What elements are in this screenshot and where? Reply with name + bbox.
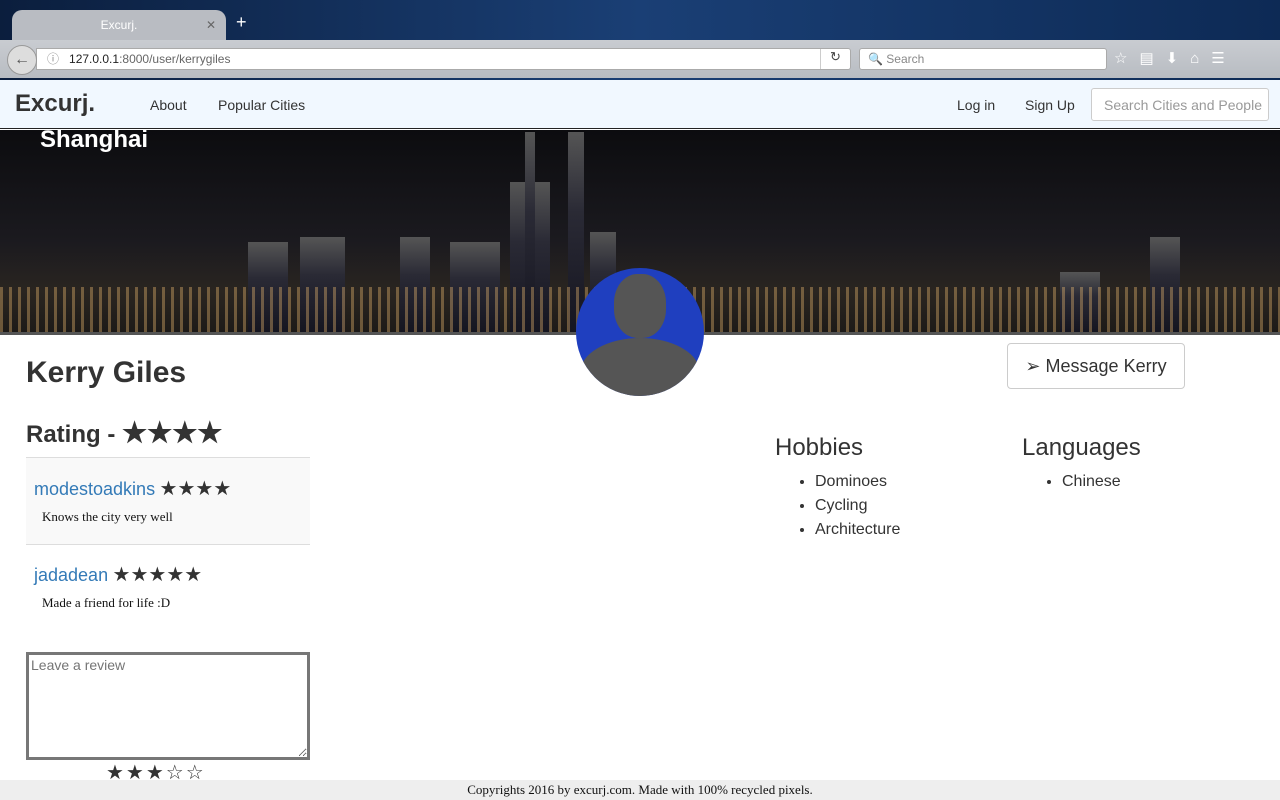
url-host: 127.0.0.1 — [69, 52, 120, 66]
close-tab-icon[interactable]: ✕ — [206, 10, 216, 40]
hobby-item: Architecture — [815, 518, 900, 542]
rating-stars: ★★★★ — [122, 417, 223, 448]
reader-icon[interactable]: ▤ — [1139, 50, 1165, 67]
review-item: modestoadkins ★★★★ Knows the city very w… — [26, 457, 310, 545]
languages-title: Languages — [1022, 434, 1141, 461]
nav-about[interactable]: About — [150, 97, 187, 113]
site-navbar: Excurj. About Popular Cities Log in Sign… — [0, 80, 1280, 129]
nav-popular-cities[interactable]: Popular Cities — [218, 97, 305, 113]
new-tab-icon[interactable]: + — [236, 12, 247, 33]
site-search-input[interactable]: Search Cities and People — [1091, 88, 1269, 121]
language-item: Chinese — [1062, 470, 1141, 494]
back-icon[interactable]: ← — [7, 45, 37, 75]
review-item: jadadean ★★★★★ Made a friend for life :D — [26, 546, 310, 626]
hobby-item: Cycling — [815, 494, 900, 518]
hobby-item: Dominoes — [815, 470, 900, 494]
message-button-label: Message Kerry — [1045, 356, 1167, 376]
hobbies-section: Hobbies DominoesCyclingArchitecture — [775, 434, 900, 542]
review-user-link[interactable]: jadadean — [34, 565, 108, 585]
paper-plane-icon: ➢ — [1025, 356, 1041, 376]
review-stars: ★★★★★ — [112, 564, 203, 586]
profile-name: Kerry Giles — [26, 356, 187, 389]
rating-label: Rating - — [26, 421, 116, 448]
url-path: :8000/user/kerrygiles — [119, 52, 231, 66]
home-icon[interactable]: ⌂ — [1190, 50, 1211, 67]
download-icon[interactable]: ⬇ — [1166, 50, 1191, 67]
browser-tab[interactable]: Excurj. ✕ — [12, 10, 226, 42]
city-name: Shanghai — [40, 130, 149, 153]
bookmark-star-icon[interactable]: ☆ — [1114, 50, 1139, 67]
tab-title: Excurj. — [100, 18, 138, 32]
nav-signup[interactable]: Sign Up — [1025, 97, 1075, 113]
url-bar[interactable]: ⓘ 127.0.0.1:8000/user/kerrygiles — [36, 48, 851, 70]
review-user-link[interactable]: modestoadkins — [34, 479, 155, 499]
info-icon[interactable]: ⓘ — [47, 52, 59, 66]
nav-login[interactable]: Log in — [957, 97, 995, 113]
languages-section: Languages Chinese — [1022, 434, 1141, 494]
browser-search[interactable]: 🔍 Search — [859, 48, 1107, 70]
brand-logo[interactable]: Excurj. — [15, 90, 95, 118]
review-textarea[interactable] — [26, 652, 310, 760]
message-button[interactable]: ➢ Message Kerry — [1007, 343, 1185, 389]
hobbies-title: Hobbies — [775, 434, 864, 461]
reload-icon[interactable]: ↻ — [820, 49, 850, 69]
menu-icon[interactable]: ☰ — [1211, 50, 1236, 67]
rating-heading: Rating - ★★★★ — [26, 416, 222, 449]
footer: Copyrights 2016 by excurj.com. Made with… — [0, 780, 1280, 800]
avatar — [576, 268, 704, 396]
review-stars: ★★★★ — [159, 478, 232, 500]
browser-search-placeholder: Search — [886, 52, 925, 66]
browser-toolbar: ⓘ 127.0.0.1:8000/user/kerrygiles ← ↻ 🔍 Se… — [0, 40, 1280, 78]
review-text: Knows the city very well — [42, 509, 173, 524]
browser-chrome: Excurj. ✕ + ⓘ 127.0.0.1:8000/user/kerrygil… — [0, 0, 1280, 80]
review-text: Made a friend for life :D — [42, 595, 171, 610]
